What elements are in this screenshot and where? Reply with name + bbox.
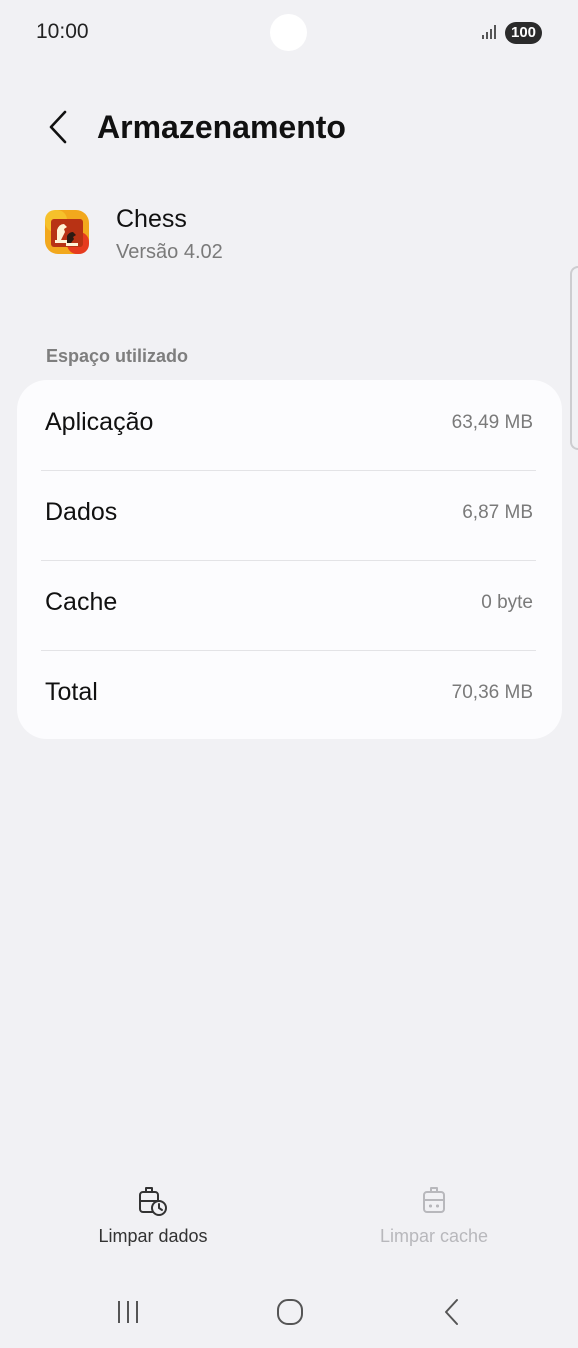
app-version: Versão 4.02 bbox=[116, 241, 223, 263]
row-value: 70,36 MB bbox=[451, 682, 533, 703]
page-title: Armazenamento bbox=[97, 109, 346, 145]
back-icon bbox=[445, 1299, 458, 1325]
chess-app-icon bbox=[45, 210, 89, 254]
status-bar: 10:00 100 bbox=[0, 0, 578, 68]
clear-cache-icon bbox=[423, 1187, 445, 1213]
row-value: 63,49 MB bbox=[451, 412, 533, 433]
clear-cache-label: Limpar cache bbox=[379, 1226, 489, 1246]
storage-row-total: Total 70,36 MB bbox=[17, 650, 562, 740]
row-value: 6,87 MB bbox=[462, 502, 533, 523]
clear-cache-button[interactable]: Limpar cache bbox=[334, 1184, 534, 1258]
section-label: Espaço utilizado bbox=[46, 346, 189, 366]
home-icon bbox=[277, 1299, 303, 1325]
recents-button[interactable] bbox=[98, 1292, 158, 1332]
header: Armazenamento bbox=[0, 95, 578, 159]
bottom-actions: Limpar dados Limpar cache bbox=[0, 1184, 578, 1264]
signal-bars-icon bbox=[482, 25, 496, 39]
row-label: Total bbox=[45, 678, 98, 706]
row-value: 0 byte bbox=[481, 592, 533, 613]
clear-data-icon bbox=[139, 1187, 167, 1216]
clear-data-label: Limpar dados bbox=[98, 1226, 208, 1246]
storage-row-cache: Cache 0 byte bbox=[17, 560, 562, 650]
nav-back-button[interactable] bbox=[422, 1292, 482, 1332]
storage-row-data: Dados 6,87 MB bbox=[17, 470, 562, 560]
storage-row-app: Aplicação 63,49 MB bbox=[17, 380, 562, 470]
app-info: Chess Versão 4.02 bbox=[0, 200, 578, 280]
camera-cutout bbox=[270, 14, 307, 51]
battery-badge: 100 bbox=[505, 22, 542, 44]
app-name: Chess bbox=[116, 205, 187, 233]
row-label: Aplicação bbox=[45, 408, 154, 436]
status-time: 10:00 bbox=[36, 20, 89, 43]
back-button[interactable] bbox=[38, 105, 78, 149]
row-label: Dados bbox=[45, 498, 118, 526]
home-button[interactable] bbox=[260, 1292, 320, 1332]
storage-card: Aplicação 63,49 MB Dados 6,87 MB Cache 0… bbox=[17, 380, 562, 739]
nav-bar bbox=[0, 1280, 578, 1340]
row-label: Cache bbox=[45, 588, 118, 616]
scroll-indicator[interactable] bbox=[570, 266, 578, 450]
back-chevron-icon bbox=[49, 110, 67, 144]
recents-icon bbox=[118, 1301, 138, 1323]
clear-data-button[interactable]: Limpar dados bbox=[53, 1184, 253, 1258]
